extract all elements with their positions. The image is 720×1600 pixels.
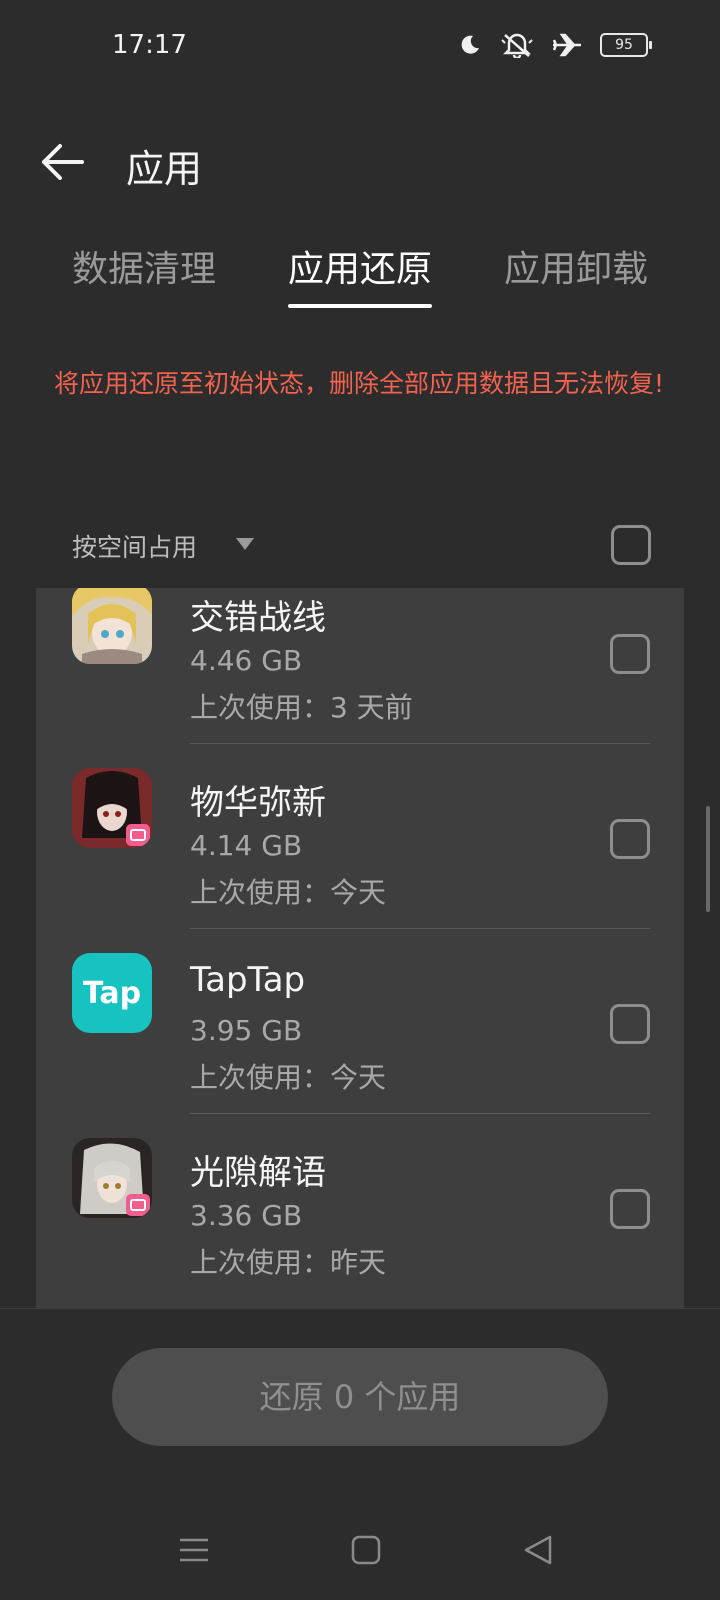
tab-app-restore[interactable]: 应用还原: [288, 240, 432, 292]
app-name: 物华弥新: [190, 783, 326, 823]
divider: [0, 1308, 720, 1309]
app-icon-wuhuamixin: [72, 768, 152, 848]
divider: [190, 743, 650, 744]
app-icon-taptap: Tap: [72, 953, 152, 1033]
app-last-used: 上次使用：昨天: [190, 1246, 387, 1279]
app-icon-guangxijieyu: [72, 1138, 152, 1218]
app-last-used: 上次使用：今天: [190, 876, 387, 909]
app-size: 3.95 GB: [190, 1014, 303, 1047]
app-checkbox[interactable]: [610, 1189, 650, 1229]
menu-icon[interactable]: [174, 1530, 214, 1570]
app-name: 光隙解语: [190, 1153, 326, 1193]
scrollbar[interactable]: [706, 806, 710, 912]
app-size: 3.36 GB: [190, 1199, 303, 1232]
moon-icon: [461, 35, 479, 54]
arrow-left-icon[interactable]: [38, 140, 88, 184]
list-item[interactable]: 交错战线 4.46 GB 上次使用：3 天前: [36, 588, 684, 760]
status-time: 17:17: [112, 30, 187, 60]
tab-data-cleanup[interactable]: 数据清理: [72, 240, 216, 292]
app-checkbox[interactable]: [610, 1004, 650, 1044]
app-name: 交错战线: [190, 598, 326, 638]
page-title: 应用: [126, 147, 203, 191]
status-icons: 95: [458, 32, 652, 58]
divider: [190, 928, 650, 929]
list-item[interactable]: Tap TapTap 3.95 GB 上次使用：今天: [36, 946, 684, 1130]
airplane-icon: [552, 33, 581, 57]
app-size: 4.14 GB: [190, 829, 303, 862]
tab-active-indicator: [288, 304, 432, 308]
select-all-checkbox[interactable]: [611, 525, 651, 565]
app-checkbox[interactable]: [610, 819, 650, 859]
restore-button[interactable]: 还原 0 个应用: [112, 1348, 608, 1446]
app-last-used: 上次使用：今天: [190, 1061, 387, 1094]
list-item[interactable]: 光隙解语 3.36 GB 上次使用：昨天: [36, 1131, 684, 1308]
caret-down-icon[interactable]: [236, 538, 254, 550]
app-checkbox[interactable]: [610, 634, 650, 674]
list-item[interactable]: 物华弥新 4.14 GB 上次使用：今天: [36, 761, 684, 945]
app-last-used: 上次使用：3 天前: [190, 691, 413, 724]
battery-icon: 95: [600, 33, 652, 57]
app-size: 4.46 GB: [190, 644, 303, 677]
warning-text: 将应用还原至初始状态，删除全部应用数据且无法恢复!: [54, 369, 665, 398]
home-icon[interactable]: [346, 1530, 386, 1570]
mute-icon: [501, 33, 533, 58]
app-icon-jiaocuozhanxian: [72, 588, 152, 664]
tab-app-uninstall[interactable]: 应用卸载: [504, 240, 648, 292]
app-name: TapTap: [190, 960, 306, 1000]
sort-dropdown[interactable]: 按空间占用: [72, 528, 197, 564]
back-icon[interactable]: [518, 1530, 558, 1570]
divider: [190, 1113, 650, 1114]
app-list: 交错战线 4.46 GB 上次使用：3 天前 物华弥新 4.14 GB 上次使用…: [36, 588, 684, 1308]
